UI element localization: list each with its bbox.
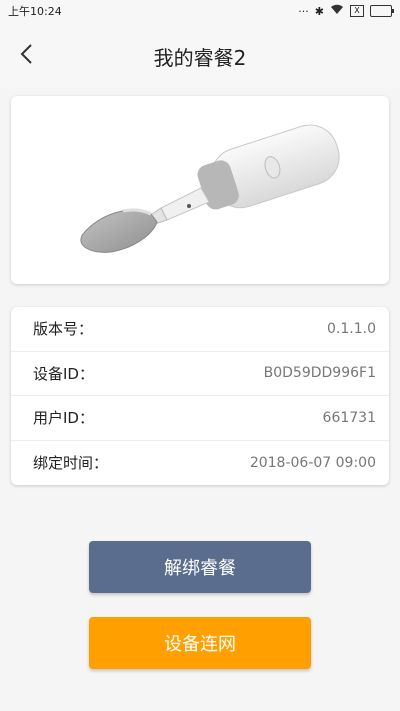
status-icons: ··· ✱ X bbox=[298, 4, 394, 18]
battery-icon bbox=[370, 5, 394, 17]
connect-network-button[interactable]: 设备连网 bbox=[89, 617, 311, 669]
info-row-device-id: 设备ID： B0D59DD996F1 bbox=[11, 352, 389, 396]
device-id-label: 设备ID： bbox=[33, 364, 94, 383]
info-row-version: 版本号： 0.1.1.0 bbox=[11, 307, 389, 352]
device-image-card bbox=[11, 96, 389, 284]
more-dots-icon: ··· bbox=[298, 4, 309, 18]
wifi-icon bbox=[330, 4, 344, 18]
info-row-bind-time: 绑定时间： 2018-06-07 09:00 bbox=[11, 441, 389, 486]
no-sim-icon: X bbox=[350, 5, 364, 17]
device-info-card: 版本号： 0.1.1.0 设备ID： B0D59DD996F1 用户ID： 66… bbox=[11, 307, 389, 485]
user-id-value: 661731 bbox=[322, 409, 376, 426]
page-title: 我的睿餐2 bbox=[153, 46, 247, 70]
version-value: 0.1.1.0 bbox=[327, 320, 376, 337]
status-bar: 上午10:24 ··· ✱ X bbox=[0, 0, 400, 22]
bind-time-value: 2018-06-07 09:00 bbox=[249, 454, 376, 471]
bluetooth-icon: ✱ bbox=[314, 4, 324, 18]
unbind-button[interactable]: 解绑睿餐 bbox=[89, 541, 311, 593]
device-id-value: B0D59DD996F1 bbox=[263, 365, 376, 382]
version-label: 版本号： bbox=[33, 320, 94, 339]
header: 我的睿餐2 bbox=[0, 22, 400, 88]
bind-time-label: 绑定时间： bbox=[33, 454, 109, 473]
status-time: 上午10:24 bbox=[8, 5, 62, 18]
info-row-user-id: 用户ID： 661731 bbox=[11, 396, 389, 441]
smart-spoon-device-image bbox=[80, 124, 340, 253]
user-id-label: 用户ID： bbox=[33, 409, 94, 428]
